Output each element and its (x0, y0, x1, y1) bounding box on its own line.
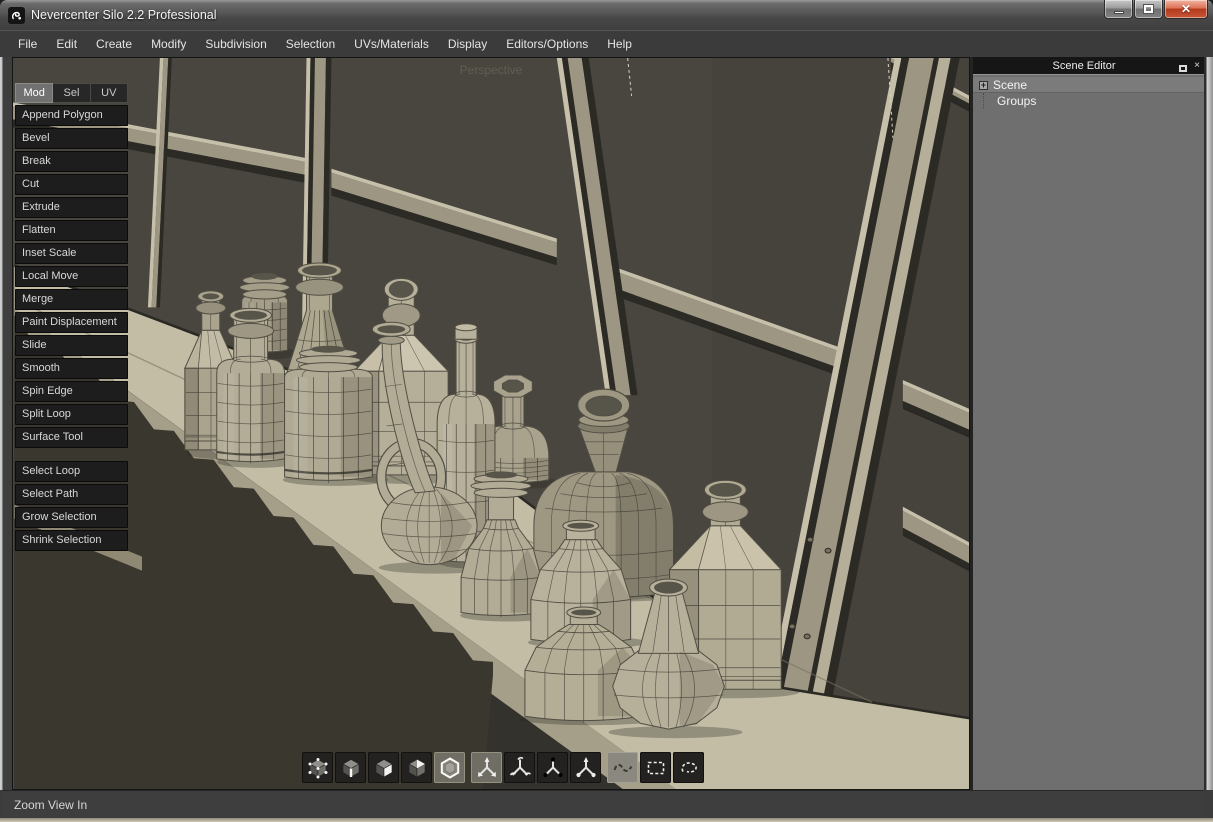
tree-item-scene[interactable]: + Scene (973, 77, 1204, 93)
scene-editor-header[interactable]: Scene Editor × (973, 57, 1204, 74)
app-logo-icon (8, 7, 25, 24)
tool-break[interactable]: Break (15, 151, 128, 172)
select-objects-button[interactable] (434, 752, 465, 783)
rotate-tool-icon (508, 756, 532, 780)
scale-tool-icon (541, 756, 565, 780)
tool-append-polygon[interactable]: Append Polygon (15, 105, 128, 126)
move-tool-button[interactable] (471, 752, 502, 783)
bottom-toolbar (302, 752, 706, 783)
menu-uvs-materials[interactable]: UVs/Materials (354, 37, 429, 51)
status-text: Zoom View In (14, 798, 87, 812)
lasso-select-button[interactable] (673, 752, 704, 783)
menu-file[interactable]: File (18, 37, 37, 51)
select-vertices-button[interactable] (302, 752, 333, 783)
menu-create[interactable]: Create (96, 37, 132, 51)
tool-slide[interactable]: Slide (15, 335, 128, 356)
close-button[interactable]: ✕ (1164, 0, 1208, 19)
minimize-icon (1114, 11, 1124, 14)
tool-shrink-selection[interactable]: Shrink Selection (15, 530, 128, 551)
tool-local-move[interactable]: Local Move (15, 266, 128, 287)
menu-bar: File Edit Create Modify Subdivision Selection… (0, 30, 1213, 57)
select-multi-icon (405, 756, 429, 780)
viewport-3d[interactable]: Perspective ModSelUVAppend PolygonBevelB… (12, 57, 970, 790)
rotate-tool-button[interactable] (504, 752, 535, 783)
tool-extrude[interactable]: Extrude (15, 197, 128, 218)
menu-editors-options[interactable]: Editors/Options (506, 37, 588, 51)
select-multi-button[interactable] (401, 752, 432, 783)
select-vertices-icon (306, 756, 330, 780)
marquee-select-icon (644, 756, 668, 780)
window-left-frame (0, 57, 12, 790)
status-bar: Zoom View In (3, 790, 1204, 818)
title-bar[interactable]: Nevercenter Silo 2.2 Professional ✕ (0, 0, 1213, 30)
scene-tree: + Scene Groups (973, 74, 1204, 109)
select-faces-button[interactable] (368, 752, 399, 783)
tool-flatten[interactable]: Flatten (15, 220, 128, 241)
menu-display[interactable]: Display (448, 37, 487, 51)
window-right-frame (1204, 57, 1213, 790)
tweak-select-icon (611, 756, 635, 780)
minimize-button[interactable] (1104, 0, 1133, 19)
tool-spin-edge[interactable]: Spin Edge (15, 381, 128, 402)
menu-edit[interactable]: Edit (56, 37, 77, 51)
select-objects-icon (438, 756, 462, 780)
viewport-3d-scene[interactable] (13, 58, 970, 789)
tab-uv[interactable]: UV (91, 83, 128, 103)
move-tool-icon (475, 756, 499, 780)
tool-merge[interactable]: Merge (15, 289, 128, 310)
lasso-select-icon (677, 756, 701, 780)
universal-manipulator-icon (574, 756, 598, 780)
tree-item-label: Scene (993, 78, 1027, 92)
maximize-icon (1144, 5, 1153, 13)
tool-inset-scale[interactable]: Inset Scale (15, 243, 128, 264)
tool-select-path[interactable]: Select Path (15, 484, 128, 505)
panel-maximize-icon[interactable] (1179, 65, 1187, 72)
tab-sel[interactable]: Sel (53, 83, 90, 103)
scene-editor-panel: Scene Editor × + Scene Groups (973, 57, 1204, 790)
window-bottom-frame (0, 818, 1213, 822)
tool-sidebar: ModSelUVAppend PolygonBevelBreakCutExtru… (15, 83, 128, 553)
tool-select-loop[interactable]: Select Loop (15, 461, 128, 482)
universal-manipulator-button[interactable] (570, 752, 601, 783)
viewport-camera-label[interactable]: Perspective (13, 63, 969, 77)
tree-item-groups[interactable]: Groups (973, 93, 1204, 109)
tree-guide-line (983, 93, 997, 109)
select-edges-icon (339, 756, 363, 780)
app-window: Nevercenter Silo 2.2 Professional ✕ File… (0, 0, 1213, 822)
tree-item-label: Groups (997, 94, 1036, 108)
tool-cut[interactable]: Cut (15, 174, 128, 195)
window-title: Nevercenter Silo 2.2 Professional (31, 8, 217, 22)
tool-paint-displacement[interactable]: Paint Displacement (15, 312, 128, 333)
menu-modify[interactable]: Modify (151, 37, 186, 51)
tool-smooth[interactable]: Smooth (15, 358, 128, 379)
marquee-select-button[interactable] (640, 752, 671, 783)
maximize-button[interactable] (1134, 0, 1163, 19)
select-faces-icon (372, 756, 396, 780)
expander-icon[interactable]: + (979, 81, 988, 90)
menu-selection[interactable]: Selection (286, 37, 335, 51)
select-edges-button[interactable] (335, 752, 366, 783)
panel-close-icon[interactable]: × (1190, 57, 1204, 74)
tool-grow-selection[interactable]: Grow Selection (15, 507, 128, 528)
menu-subdivision[interactable]: Subdivision (205, 37, 266, 51)
scale-tool-button[interactable] (537, 752, 568, 783)
scene-editor-title: Scene Editor (989, 60, 1179, 72)
tweak-select-button[interactable] (607, 752, 638, 783)
close-icon: ✕ (1181, 2, 1191, 16)
tab-mod[interactable]: Mod (15, 83, 53, 103)
tool-split-loop[interactable]: Split Loop (15, 404, 128, 425)
menu-help[interactable]: Help (607, 37, 632, 51)
tool-bevel[interactable]: Bevel (15, 128, 128, 149)
tool-surface-tool[interactable]: Surface Tool (15, 427, 128, 448)
